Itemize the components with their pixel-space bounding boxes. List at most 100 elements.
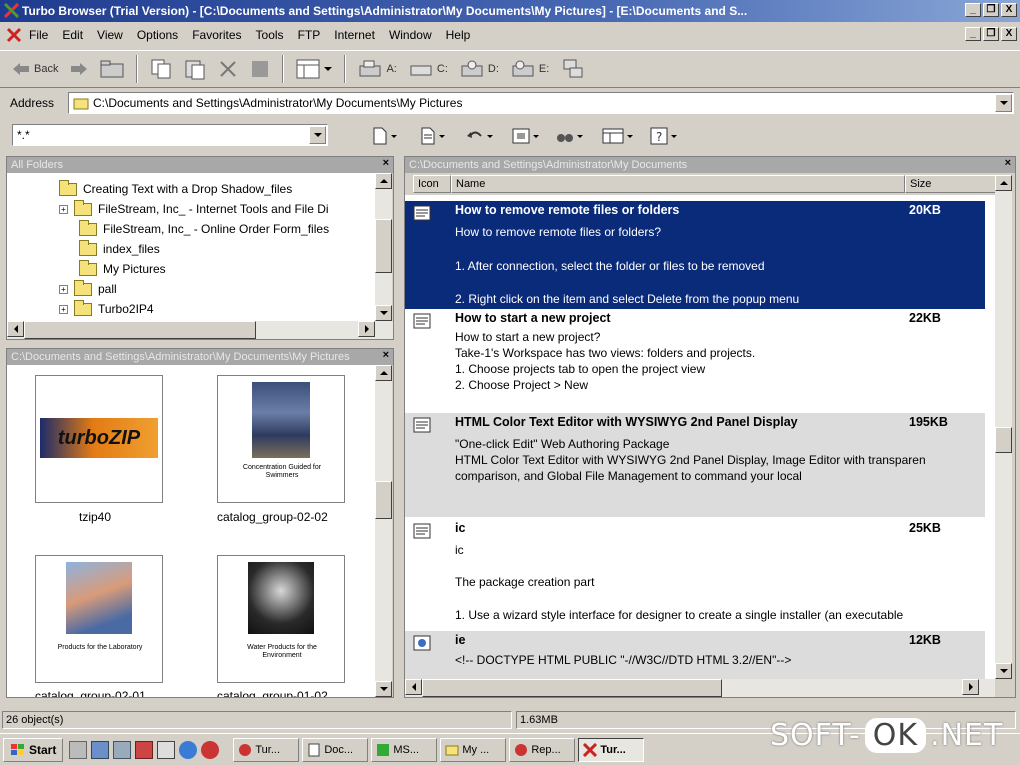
thumbnail-catalog-02-01[interactable]: Products for the Laboratory: [35, 555, 163, 683]
menu-help[interactable]: Help: [439, 28, 478, 42]
thumbnail-catalog-01-02[interactable]: Water Products for the Environment: [217, 555, 345, 683]
close-button[interactable]: X: [1001, 3, 1017, 17]
internet-explorer-icon[interactable]: [179, 740, 198, 759]
scroll-thumb[interactable]: [995, 427, 1012, 453]
copy-button[interactable]: [144, 54, 178, 84]
drive-a-button[interactable]: A:: [352, 54, 402, 84]
mdi-close-button[interactable]: X: [1001, 27, 1017, 41]
scroll-thumb[interactable]: [375, 481, 392, 519]
properties-button[interactable]: [244, 54, 276, 84]
window-icon[interactable]: [157, 740, 176, 759]
app-menu-icon[interactable]: [6, 27, 22, 43]
menu-favorites[interactable]: Favorites: [185, 28, 248, 42]
close-pane-icon[interactable]: ×: [1005, 157, 1011, 169]
network-icon[interactable]: [113, 740, 132, 759]
mdi-minimize-button[interactable]: _: [965, 27, 981, 41]
folder-tree-hscroll[interactable]: [7, 321, 393, 339]
close-pane-icon[interactable]: ×: [383, 157, 389, 169]
scroll-right-button[interactable]: [358, 321, 375, 337]
menu-tools[interactable]: Tools: [249, 28, 291, 42]
start-button[interactable]: Start: [3, 737, 64, 762]
file-list-vscroll[interactable]: [995, 175, 1012, 679]
scroll-left-button[interactable]: [7, 321, 24, 337]
delete-button[interactable]: [212, 54, 244, 84]
thumbnail-catalog-02-02[interactable]: Concentration Guided for Swimmers: [217, 375, 345, 503]
expand-icon[interactable]: +: [59, 204, 68, 214]
turbo-browser-icon[interactable]: [135, 740, 154, 759]
undo-button[interactable]: [466, 126, 493, 146]
menu-window[interactable]: Window: [382, 28, 439, 42]
taskbar-button[interactable]: MS...: [371, 737, 438, 762]
tree-item[interactable]: FileStream, Inc_ - Online Order Form_fil…: [79, 219, 329, 239]
scroll-thumb[interactable]: [422, 679, 722, 697]
taskbar-button[interactable]: My ...: [440, 737, 507, 762]
scroll-right-button[interactable]: [962, 679, 979, 695]
drive-c-button[interactable]: C:: [403, 54, 454, 84]
help-button[interactable]: ?: [650, 126, 677, 146]
window-title-bar[interactable]: Turbo Browser (Trial Version) - [C:\Docu…: [0, 0, 1020, 22]
scroll-down-button[interactable]: [375, 305, 392, 321]
find-button[interactable]: [556, 126, 583, 146]
taskbar-button[interactable]: Doc...: [302, 737, 369, 762]
column-icon[interactable]: Icon: [413, 175, 451, 193]
tree-item[interactable]: + pall: [59, 279, 117, 299]
views-button[interactable]: [290, 54, 338, 84]
up-folder-button[interactable]: [94, 54, 130, 84]
drive-d-button[interactable]: D:: [454, 54, 505, 84]
views-dropdown-arrow-icon[interactable]: [324, 64, 333, 74]
thumbnail-tzip40[interactable]: turboZIP: [35, 375, 163, 503]
taskbar-button-active[interactable]: Tur...: [578, 737, 645, 762]
taskbar-button[interactable]: Rep...: [509, 737, 576, 762]
show-desktop-icon[interactable]: [69, 740, 88, 759]
scroll-left-button[interactable]: [405, 679, 422, 695]
menu-edit[interactable]: Edit: [55, 28, 90, 42]
tree-item[interactable]: + FileStream, Inc_ - Internet Tools and F…: [59, 199, 329, 219]
minimize-button[interactable]: _: [965, 3, 981, 17]
paste-button[interactable]: [178, 54, 212, 84]
scroll-up-button[interactable]: [375, 173, 392, 189]
media-icon[interactable]: [201, 740, 220, 759]
address-dropdown-button[interactable]: [995, 94, 1012, 112]
forward-button[interactable]: [64, 54, 94, 84]
scroll-thumb[interactable]: [24, 321, 256, 339]
file-row[interactable]: ie 12KB <!-- DOCTYPE HTML PUBLIC "-//W3C…: [405, 631, 985, 679]
back-button[interactable]: Back: [6, 54, 64, 84]
column-size[interactable]: Size: [905, 175, 997, 193]
menu-options[interactable]: Options: [130, 28, 185, 42]
network-button[interactable]: [555, 54, 591, 84]
expand-icon[interactable]: +: [59, 304, 68, 314]
file-row-selected[interactable]: How to remove remote files or folders 20…: [405, 201, 985, 309]
tree-item[interactable]: index_files: [79, 239, 160, 259]
menu-file[interactable]: File: [22, 28, 55, 42]
new-file-button[interactable]: [372, 126, 397, 146]
file-filter-dropdown-button[interactable]: [309, 126, 326, 144]
scroll-thumb[interactable]: [375, 219, 392, 273]
frame-button[interactable]: [512, 126, 539, 146]
restore-button[interactable]: ❐: [983, 3, 999, 17]
scroll-down-button[interactable]: [995, 663, 1012, 679]
scroll-up-button[interactable]: [375, 365, 392, 381]
folder-tree-vscroll[interactable]: [375, 173, 392, 321]
open-file-button[interactable]: [420, 126, 445, 146]
close-pane-icon[interactable]: ×: [383, 349, 389, 361]
file-row[interactable]: ic 25KB ic The package creation part 1. …: [405, 519, 985, 629]
thumbnail-vscroll[interactable]: [375, 365, 392, 697]
menu-internet[interactable]: Internet: [327, 28, 382, 42]
menu-ftp[interactable]: FTP: [291, 28, 328, 42]
scroll-up-button[interactable]: [995, 175, 1012, 191]
display-button[interactable]: [602, 126, 633, 146]
explorer-icon[interactable]: [91, 740, 110, 759]
tree-item-my-pictures[interactable]: My Pictures: [79, 259, 166, 279]
menu-view[interactable]: View: [90, 28, 130, 42]
file-row[interactable]: How to start a new project 22KB How to s…: [405, 309, 985, 413]
tree-item[interactable]: Creating Text with a Drop Shadow_files: [59, 179, 292, 199]
column-name[interactable]: Name: [451, 175, 905, 193]
expand-icon[interactable]: +: [59, 284, 68, 294]
scroll-down-button[interactable]: [375, 681, 392, 697]
file-row[interactable]: HTML Color Text Editor with WYSIWYG 2nd …: [405, 413, 985, 517]
file-list-hscroll[interactable]: [405, 679, 995, 697]
address-input[interactable]: C:\Documents and Settings\Administrator\…: [68, 92, 1014, 114]
tree-item[interactable]: + Turbo2IP4: [59, 299, 154, 319]
drive-e-button[interactable]: E:: [505, 54, 555, 84]
file-filter-combo[interactable]: *.*: [12, 124, 328, 146]
